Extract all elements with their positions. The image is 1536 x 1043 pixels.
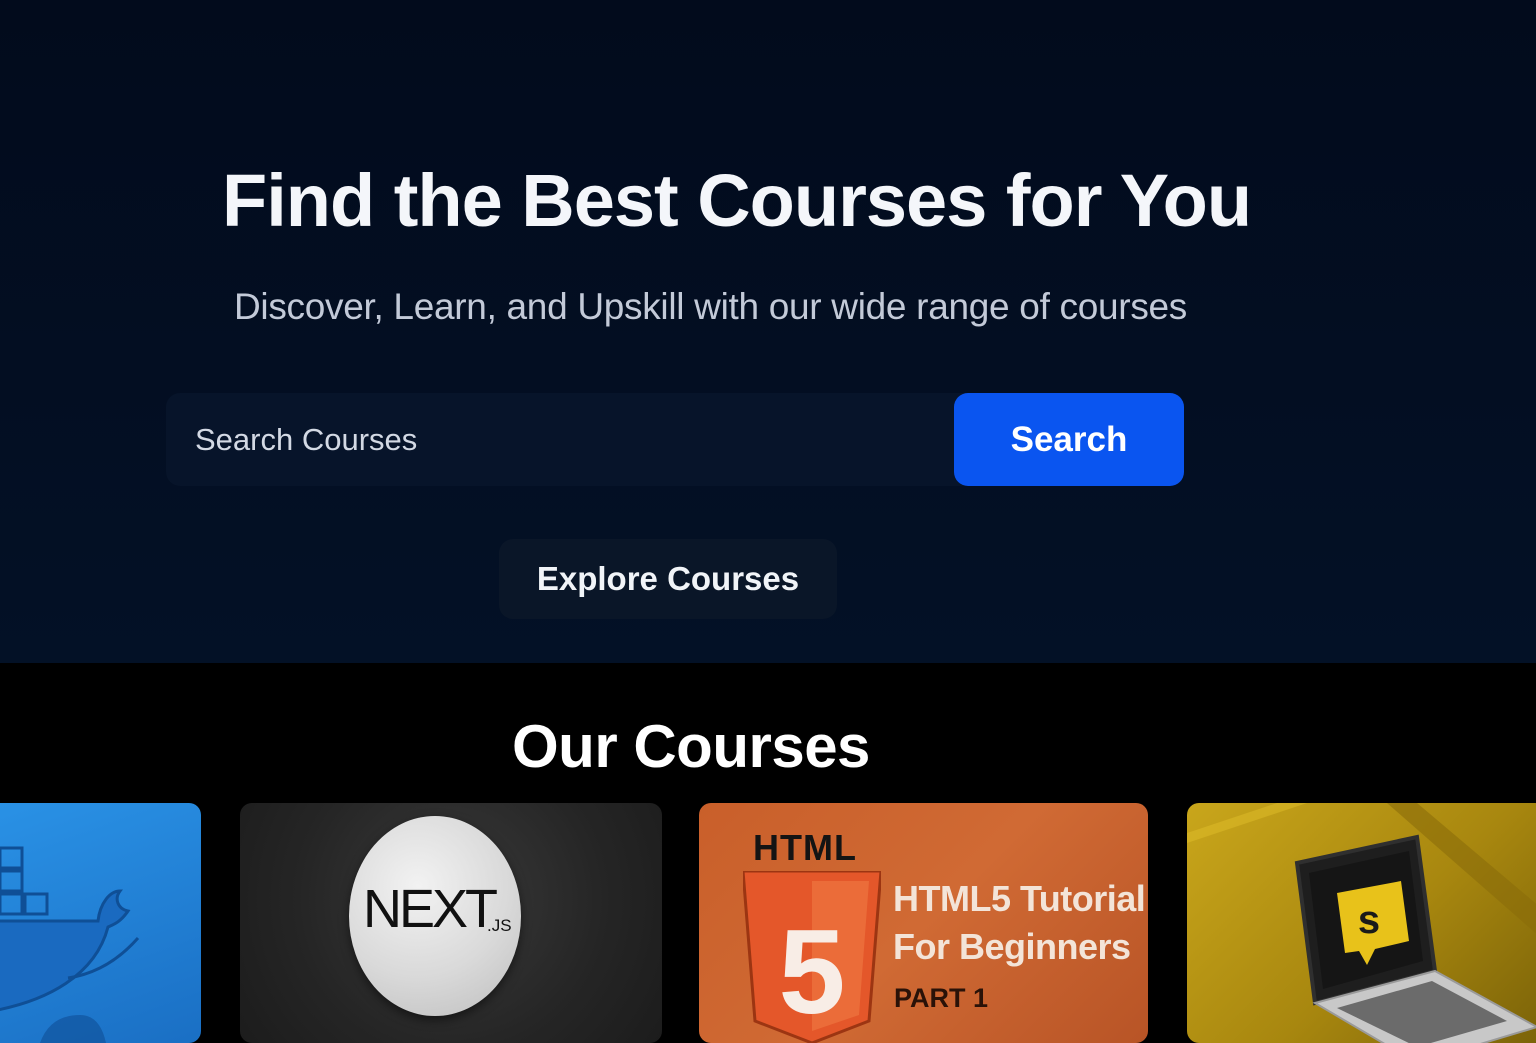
course-card-laptop[interactable]: s xyxy=(1187,803,1536,1043)
search-button[interactable]: Search xyxy=(954,393,1184,486)
search-bar: Search xyxy=(166,393,1184,486)
course-card-nextjs[interactable]: NEXT .JS xyxy=(240,803,662,1043)
html-title-line2: For Beginners xyxy=(893,926,1131,967)
html-label: HTML xyxy=(753,827,857,868)
html-course-title: HTML5 Tutorial For Beginners xyxy=(893,875,1146,971)
html-part-label: PART 1 xyxy=(894,983,989,1013)
html5-shield-number: 5 xyxy=(779,905,846,1039)
svg-text:s: s xyxy=(1358,898,1380,942)
nextjs-logo-text: NEXT xyxy=(363,879,498,939)
docker-whale-icon xyxy=(0,846,140,1043)
html5-shield-icon: 5 xyxy=(743,871,881,1043)
hero-section: Find the Best Courses for You Discover, … xyxy=(0,0,1536,663)
course-card-html5[interactable]: HTML 5 HTML5 Tutorial For Beginners PART… xyxy=(699,803,1148,1043)
hero-title: Find the Best Courses for You xyxy=(222,159,1252,242)
nextjs-logo-subtext: .JS xyxy=(487,916,512,935)
html-title-line1: HTML5 Tutorial xyxy=(893,878,1146,919)
search-input[interactable] xyxy=(166,393,966,486)
laptop-code-icon: s xyxy=(1187,803,1536,1043)
explore-courses-button[interactable]: Explore Courses xyxy=(499,539,837,619)
course-card-docker[interactable] xyxy=(0,803,201,1043)
nextjs-logo-icon: NEXT .JS xyxy=(349,816,521,1016)
courses-section-title: Our Courses xyxy=(512,713,870,780)
hero-subtitle: Discover, Learn, and Upskill with our wi… xyxy=(234,286,1187,327)
